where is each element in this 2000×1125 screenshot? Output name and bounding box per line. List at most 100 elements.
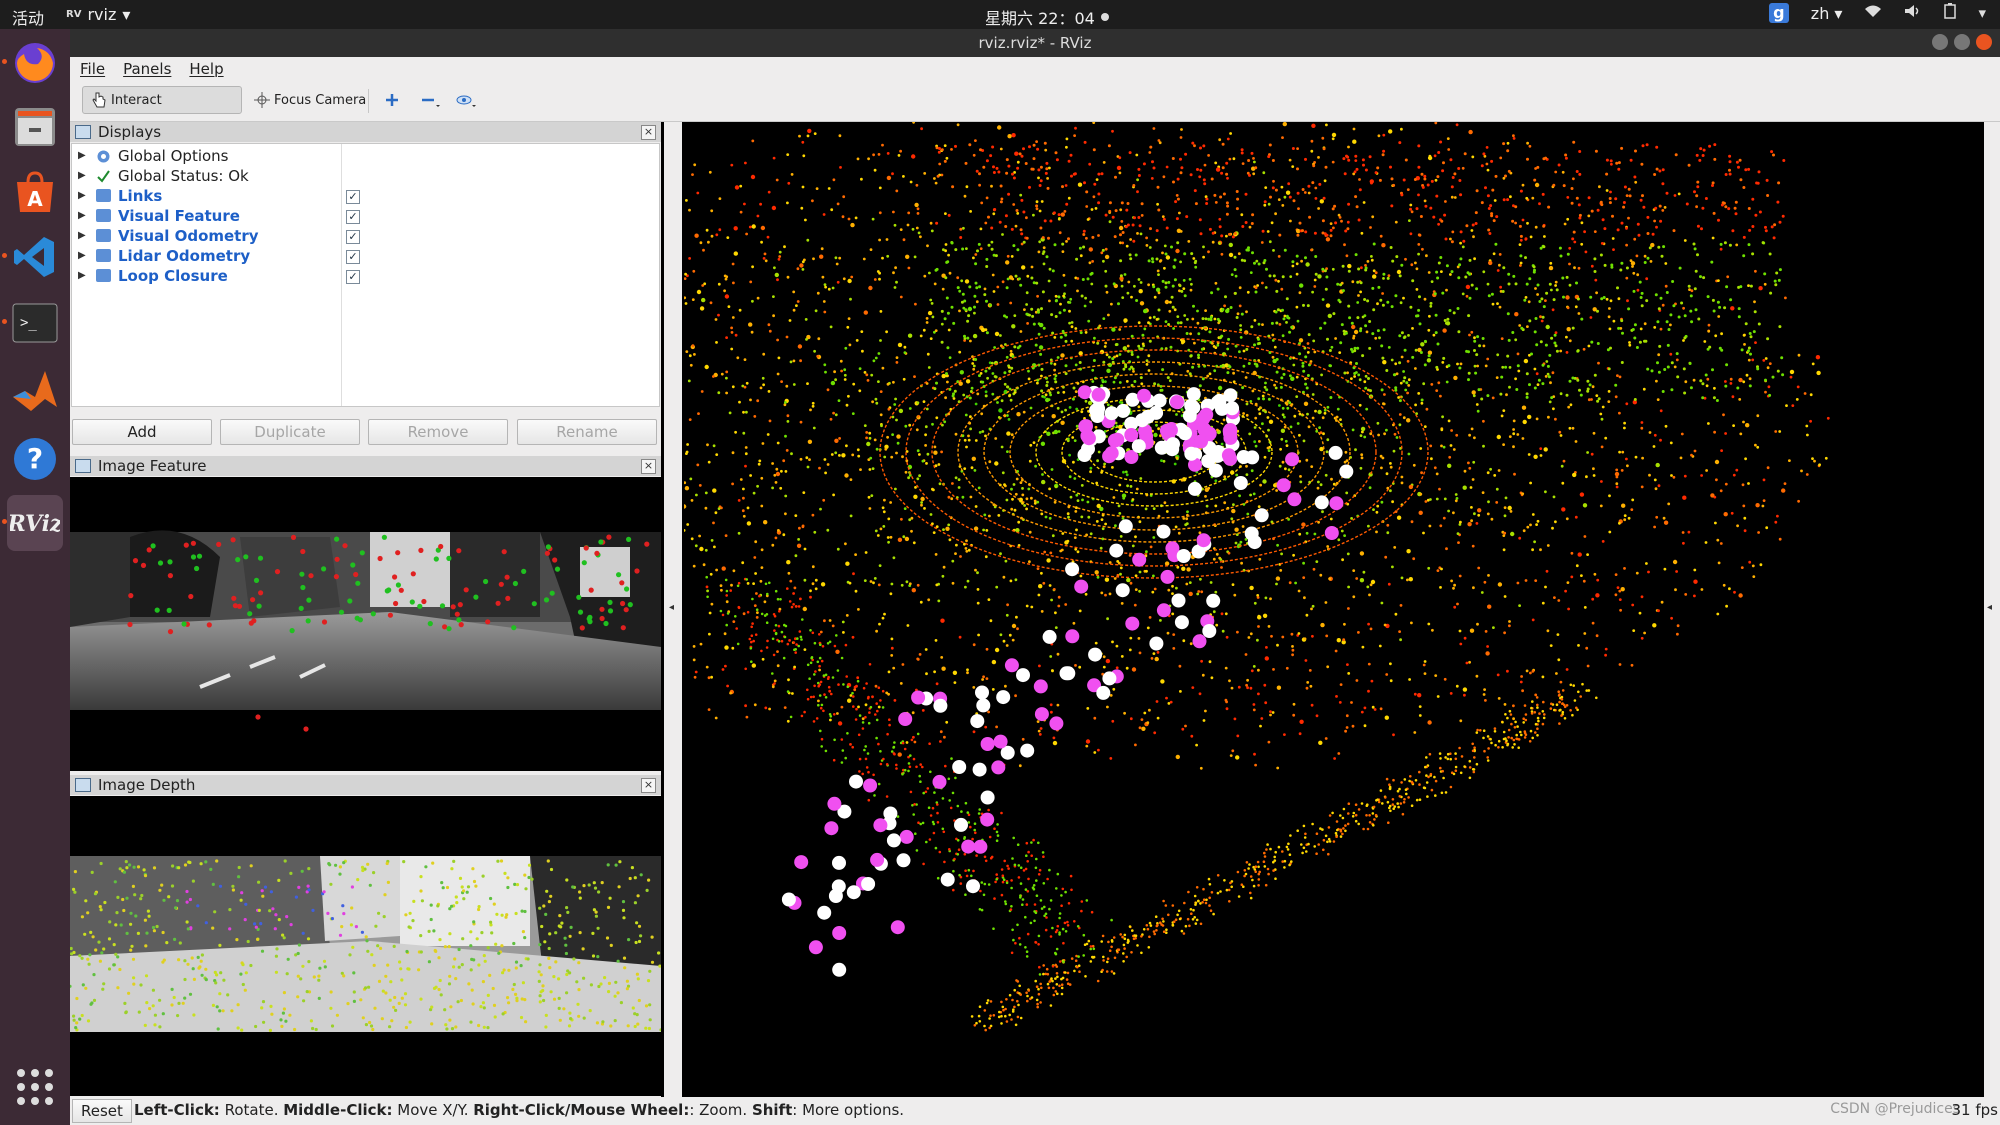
- lidar-point: [708, 632, 711, 636]
- lidar-point: [1078, 609, 1082, 613]
- lidar-point: [1279, 447, 1282, 451]
- terminal-launcher[interactable]: >_: [2, 295, 63, 351]
- displays-panel-header[interactable]: Displays ×: [70, 122, 661, 142]
- expand-arrow-icon[interactable]: ▶: [78, 226, 86, 246]
- display-enabled-checkbox[interactable]: ✓: [346, 250, 360, 264]
- files-launcher[interactable]: [7, 99, 63, 155]
- expand-arrow-icon[interactable]: ▶: [78, 266, 86, 286]
- display-tree-row[interactable]: ▶ Links ✓: [72, 186, 632, 206]
- window-title-bar[interactable]: rviz.rviz* - RViz: [70, 29, 2000, 57]
- close-icon[interactable]: ×: [641, 778, 656, 793]
- remove-tool-button[interactable]: [412, 86, 450, 114]
- display-tree-row[interactable]: ▶ Loop Closure ✓: [72, 266, 632, 286]
- lidar-point: [1030, 605, 1034, 609]
- display-tree-row[interactable]: ▶ Lidar Odometry ✓: [72, 246, 632, 266]
- menu-help[interactable]: Help: [189, 60, 223, 78]
- display-tree-row[interactable]: ▶ Global Status: Ok: [72, 166, 632, 186]
- lidar-point: [834, 413, 838, 417]
- close-icon[interactable]: ×: [641, 125, 656, 140]
- lidar-point: [1347, 585, 1350, 589]
- expand-arrow-icon[interactable]: ▶: [78, 166, 86, 186]
- rename-display-button[interactable]: Rename: [517, 419, 657, 445]
- depth-point: [113, 880, 117, 884]
- lidar-point: [819, 630, 823, 634]
- lidar-point: [1534, 287, 1537, 290]
- input-method-icon[interactable]: g: [1768, 3, 1789, 23]
- display-tree-row[interactable]: ▶ Global Options: [72, 146, 632, 166]
- lidar-point: [1565, 351, 1569, 354]
- add-display-button[interactable]: Add: [72, 419, 212, 445]
- image-depth-panel-header[interactable]: Image Depth ×: [70, 775, 661, 795]
- lidar-point: [854, 216, 858, 220]
- wifi-icon[interactable]: [1864, 4, 1882, 22]
- lidar-point: [1565, 335, 1568, 339]
- left-splitter-handle[interactable]: ◂: [664, 122, 682, 1097]
- close-icon[interactable]: ×: [641, 459, 656, 474]
- image-depth-view[interactable]: [70, 796, 661, 1096]
- image-feature-panel-header[interactable]: Image Feature ×: [70, 456, 661, 476]
- lidar-point: [1011, 172, 1014, 176]
- matlab-launcher[interactable]: [7, 363, 63, 419]
- expand-arrow-icon[interactable]: ▶: [78, 206, 86, 226]
- focus-camera-tool-button[interactable]: Focus Camera: [246, 86, 376, 114]
- firefox-launcher[interactable]: [2, 35, 63, 91]
- lidar-point: [1096, 503, 1101, 509]
- lidar-point: [696, 289, 702, 295]
- help-launcher[interactable]: ?: [7, 431, 63, 487]
- rviz-launcher[interactable]: RViz: [2, 495, 63, 551]
- expand-arrow-icon[interactable]: ▶: [78, 186, 86, 206]
- remove-display-button[interactable]: Remove: [368, 419, 508, 445]
- show-applications-icon[interactable]: [17, 1069, 53, 1105]
- depth-point: [118, 867, 122, 871]
- lidar-point: [1229, 132, 1232, 135]
- lidar-point: [1118, 381, 1122, 384]
- menu-file[interactable]: File: [80, 60, 105, 78]
- maximize-icon[interactable]: [1954, 34, 1970, 50]
- lidar-point: [1219, 558, 1223, 561]
- lidar-point: [852, 382, 856, 386]
- system-menu-chevron-icon[interactable]: ▾: [1978, 4, 1986, 22]
- camera-type-button[interactable]: [448, 86, 486, 114]
- lidar-point: [1455, 684, 1459, 688]
- lidar-point: [1175, 586, 1178, 590]
- lidar-point: [979, 247, 983, 250]
- language-menu[interactable]: zh ▾: [1811, 4, 1843, 23]
- expand-arrow-icon[interactable]: ▶: [78, 246, 86, 266]
- lidar-point: [1566, 196, 1570, 199]
- interact-tool-button[interactable]: Interact: [82, 86, 242, 114]
- clock[interactable]: 星期六 22：04: [985, 5, 1109, 29]
- lidar-point: [1503, 506, 1507, 510]
- minimize-icon[interactable]: [1932, 34, 1948, 50]
- lidar-point: [1129, 238, 1132, 241]
- battery-icon[interactable]: [1944, 3, 1957, 23]
- display-tree-row[interactable]: ▶ Visual Feature ✓: [72, 206, 632, 226]
- close-icon[interactable]: [1976, 34, 1992, 50]
- depth-point: [307, 867, 311, 871]
- image-feature-view[interactable]: [70, 477, 661, 771]
- display-enabled-checkbox[interactable]: ✓: [346, 270, 360, 284]
- menu-panels[interactable]: Panels: [123, 60, 171, 78]
- display-enabled-checkbox[interactable]: ✓: [346, 210, 360, 224]
- lidar-point: [1039, 165, 1043, 169]
- app-menu[interactable]: RV rviz ▾: [66, 5, 130, 24]
- display-enabled-checkbox[interactable]: ✓: [346, 190, 360, 204]
- lidar-point: [724, 645, 729, 650]
- display-enabled-checkbox[interactable]: ✓: [346, 230, 360, 244]
- software-launcher[interactable]: A: [7, 164, 63, 220]
- vscode-launcher[interactable]: [2, 229, 63, 285]
- lidar-point: [921, 709, 925, 712]
- depth-point: [526, 957, 530, 961]
- render-3d-view[interactable]: [684, 122, 1984, 1097]
- lidar-point: [1019, 330, 1023, 333]
- activities-button[interactable]: 活动: [12, 5, 44, 29]
- lidar-point: [1152, 315, 1156, 319]
- expand-arrow-icon[interactable]: ▶: [78, 146, 86, 166]
- add-tool-button[interactable]: [376, 86, 408, 114]
- lidar-point: [1406, 549, 1411, 554]
- display-tree-row[interactable]: ▶ Visual Odometry ✓: [72, 226, 632, 246]
- depth-point: [403, 992, 408, 996]
- volume-icon[interactable]: [1904, 4, 1922, 22]
- depth-point: [75, 1021, 79, 1025]
- duplicate-display-button[interactable]: Duplicate: [220, 419, 360, 445]
- lidar-point: [1486, 194, 1490, 198]
